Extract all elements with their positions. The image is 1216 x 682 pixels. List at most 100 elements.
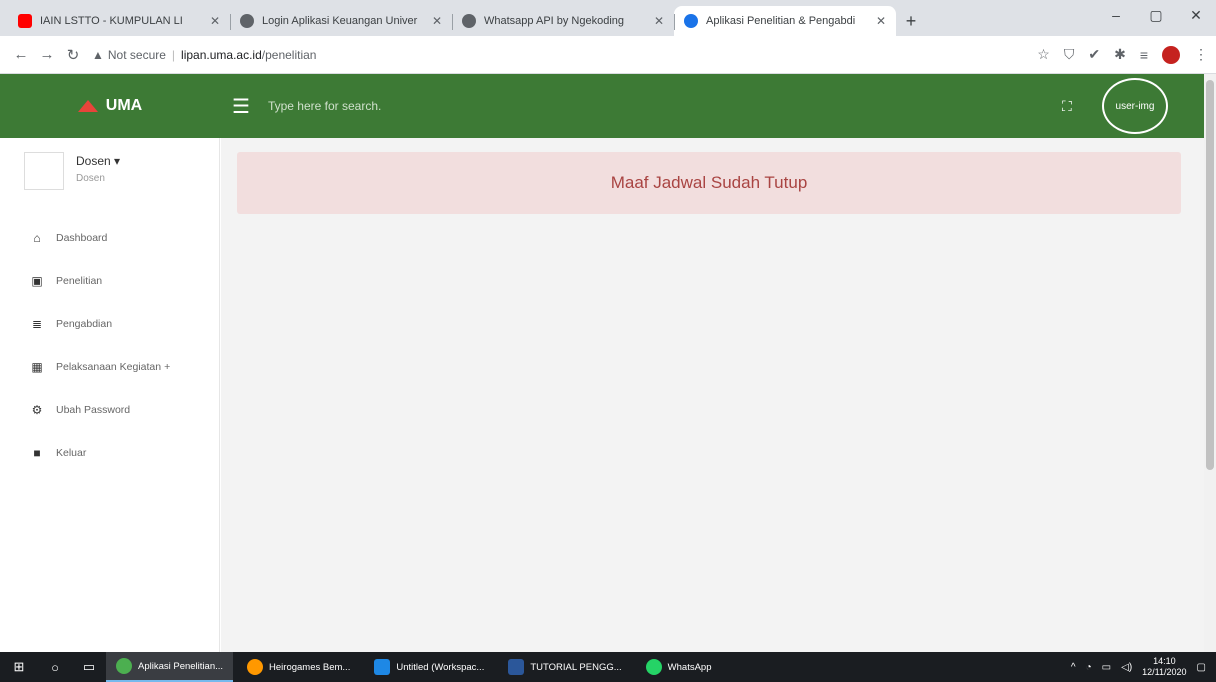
hamburger-menu-icon[interactable]: ☰	[232, 94, 250, 119]
close-window-button[interactable]: ✕	[1176, 0, 1216, 30]
sidebar-menu: ⌂ Dashboard ▣ Penelitian ≣ Pengabdian ▦ …	[0, 216, 219, 474]
sidebar-item-label: Pelaksanaan Kegiatan	[56, 360, 162, 373]
volume-icon[interactable]: ◁)	[1121, 662, 1132, 673]
taskbar-app-label: WhatsApp	[667, 661, 712, 673]
tab-label: IAIN LSTTO - KUMPULAN LI	[40, 15, 183, 27]
check-icon[interactable]: ✔	[1088, 46, 1100, 63]
user-key-icon: ⚙	[31, 402, 43, 417]
globe-icon	[462, 14, 476, 28]
sidebar-item-label: Ubah Password	[56, 403, 131, 416]
home-icon: ⌂	[33, 230, 41, 245]
search-icon[interactable]: ○	[38, 660, 72, 675]
fullscreen-icon[interactable]: ⛶	[1062, 98, 1072, 115]
queue-icon[interactable]: ≡	[1140, 47, 1148, 63]
taskbar-app-chrome[interactable]: Aplikasi Penelitian...	[106, 652, 234, 682]
task-view-icon[interactable]: ▭	[72, 659, 106, 675]
browser-tab-2[interactable]: Login Aplikasi Keuangan Univer ✕	[230, 6, 452, 36]
sidebar-item-penelitian[interactable]: ▣ Penelitian	[0, 259, 219, 302]
page-scrollbar[interactable]	[1204, 74, 1216, 652]
browser-tab-1[interactable]: IAIN LSTTO - KUMPULAN LI ✕	[8, 6, 230, 36]
security-label: Not secure	[107, 47, 166, 62]
puzzle-icon[interactable]: ✱	[1114, 46, 1126, 63]
search-input[interactable]	[267, 99, 668, 113]
brand-name: UMA	[105, 97, 143, 114]
tab-label: Login Aplikasi Keuangan Univer	[262, 15, 418, 27]
taskbar-app-word[interactable]: TUTORIAL PENGG...	[498, 652, 631, 682]
warning-icon: ▲	[92, 47, 104, 62]
sidebar-item-label: Dashboard	[56, 231, 108, 244]
plus-icon: +	[164, 360, 171, 373]
os-taskbar: ⊞ ○ ▭ Aplikasi Penelitian... Heirogames …	[0, 652, 1216, 682]
tab-label: Aplikasi Penelitian & Pengabdi	[706, 15, 856, 27]
globe-icon	[240, 14, 254, 28]
browser-tab-3[interactable]: Whatsapp API by Ngekoding ✕	[452, 6, 674, 36]
sidebar-item-keluar[interactable]: ■ Keluar	[0, 431, 219, 474]
sidebar-item-label: Pengabdian	[56, 317, 113, 330]
menu-dots-icon[interactable]: ⋮	[1194, 46, 1208, 63]
maximize-button[interactable]: ▢	[1136, 0, 1176, 30]
firefox-icon	[247, 659, 264, 675]
close-icon[interactable]: ✕	[432, 14, 442, 28]
new-tab-button[interactable]: +	[896, 6, 926, 36]
chevron-down-icon: ▾	[110, 154, 121, 168]
taskbar-app-firefox[interactable]: Heirogames Bem...	[237, 652, 360, 682]
taskbar-app-vscode[interactable]: Untitled (Workspac...	[364, 652, 494, 682]
chevron-up-icon[interactable]: ^	[1071, 662, 1076, 673]
tab-label: Whatsapp API by Ngekoding	[484, 15, 625, 27]
minimize-button[interactable]: –	[1096, 0, 1136, 30]
taskbar-app-label: Untitled (Workspac...	[396, 661, 485, 673]
sidebar-item-pelaksanaan-kegiatan[interactable]: ▦ Pelaksanaan Kegiatan +	[0, 345, 219, 388]
taskbar-app-whatsapp[interactable]: WhatsApp	[636, 652, 722, 682]
url-path: /penelitian	[261, 47, 317, 62]
battery-icon[interactable]: ▭	[1102, 662, 1111, 673]
close-icon[interactable]: ✕	[654, 14, 664, 28]
scrollbar-thumb[interactable]	[1206, 80, 1214, 470]
grid-icon: ▦	[31, 359, 43, 374]
sidebar-item-pengabdian[interactable]: ≣ Pengabdian	[0, 302, 219, 345]
taskbar-app-label: Heirogames Bem...	[269, 661, 351, 673]
user-avatar[interactable]: user-img	[1102, 78, 1168, 134]
info-icon	[684, 14, 698, 28]
sidebar-item-label: Keluar	[56, 446, 87, 459]
taskbar-app-label: Aplikasi Penelitian...	[138, 660, 224, 672]
sidebar-item-ubah-password[interactable]: ⚙ Ubah Password	[0, 388, 219, 431]
sidebar: Dosen ▾ Dosen ⌂ Dashboard ▣ Penelitian ≣…	[0, 138, 220, 652]
browser-tab-active[interactable]: Aplikasi Penelitian & Pengabdi ✕	[674, 6, 896, 36]
user-name: Dosen	[76, 154, 111, 168]
reload-icon[interactable]: ↻	[60, 46, 86, 64]
window-controls: – ▢ ✕	[1096, 0, 1216, 30]
user-panel: Dosen ▾ Dosen	[0, 138, 219, 206]
url-host: lipan.uma.ac.id	[181, 47, 262, 62]
shield-icon[interactable]: ⛉	[1064, 46, 1075, 63]
app-header: UMA ☰ ⛶ user-img	[0, 74, 1216, 138]
windows-start-icon[interactable]: ⊞	[0, 659, 38, 675]
extension-toolbar: ☆ ⛉ ✔ ✱ ≡ ⋮	[1037, 45, 1208, 64]
list-icon: ≣	[31, 316, 43, 331]
notification-icon[interactable]: ▢	[1197, 662, 1206, 673]
whatsapp-icon	[645, 659, 662, 675]
lock-icon: ■	[33, 445, 41, 460]
close-icon[interactable]: ✕	[210, 14, 220, 28]
close-icon[interactable]: ✕	[876, 14, 886, 28]
url-field[interactable]: ▲ Not secure | lipan.uma.ac.id /peneliti…	[92, 41, 1037, 69]
network-icon[interactable]: ◔	[1086, 662, 1092, 673]
profile-avatar[interactable]	[1162, 45, 1180, 64]
forward-icon[interactable]: →	[34, 46, 60, 63]
logo-icon	[77, 100, 98, 112]
main-content: Maaf Jadwal Sudah Tutup	[221, 138, 1216, 652]
clipboard-icon: ▣	[31, 273, 43, 288]
clock-date: 12/11/2020	[1142, 667, 1187, 677]
schedule-closed-alert: Maaf Jadwal Sudah Tutup	[237, 152, 1181, 214]
word-icon	[508, 659, 525, 675]
star-icon[interactable]: ☆	[1037, 46, 1050, 63]
address-bar: ← → ↻ ▲ Not secure | lipan.uma.ac.id /pe…	[0, 36, 1216, 74]
user-name-dropdown[interactable]: Dosen ▾	[76, 152, 120, 170]
sidebar-item-dashboard[interactable]: ⌂ Dashboard	[0, 216, 219, 259]
clock[interactable]: 14:10 12/11/2020	[1142, 656, 1186, 678]
brand-logo[interactable]: UMA	[0, 97, 220, 115]
clock-time: 14:10	[1153, 656, 1176, 666]
back-icon[interactable]: ←	[8, 46, 34, 63]
divider: |	[171, 47, 176, 62]
chrome-icon	[116, 658, 132, 674]
user-role: Dosen	[76, 173, 105, 184]
